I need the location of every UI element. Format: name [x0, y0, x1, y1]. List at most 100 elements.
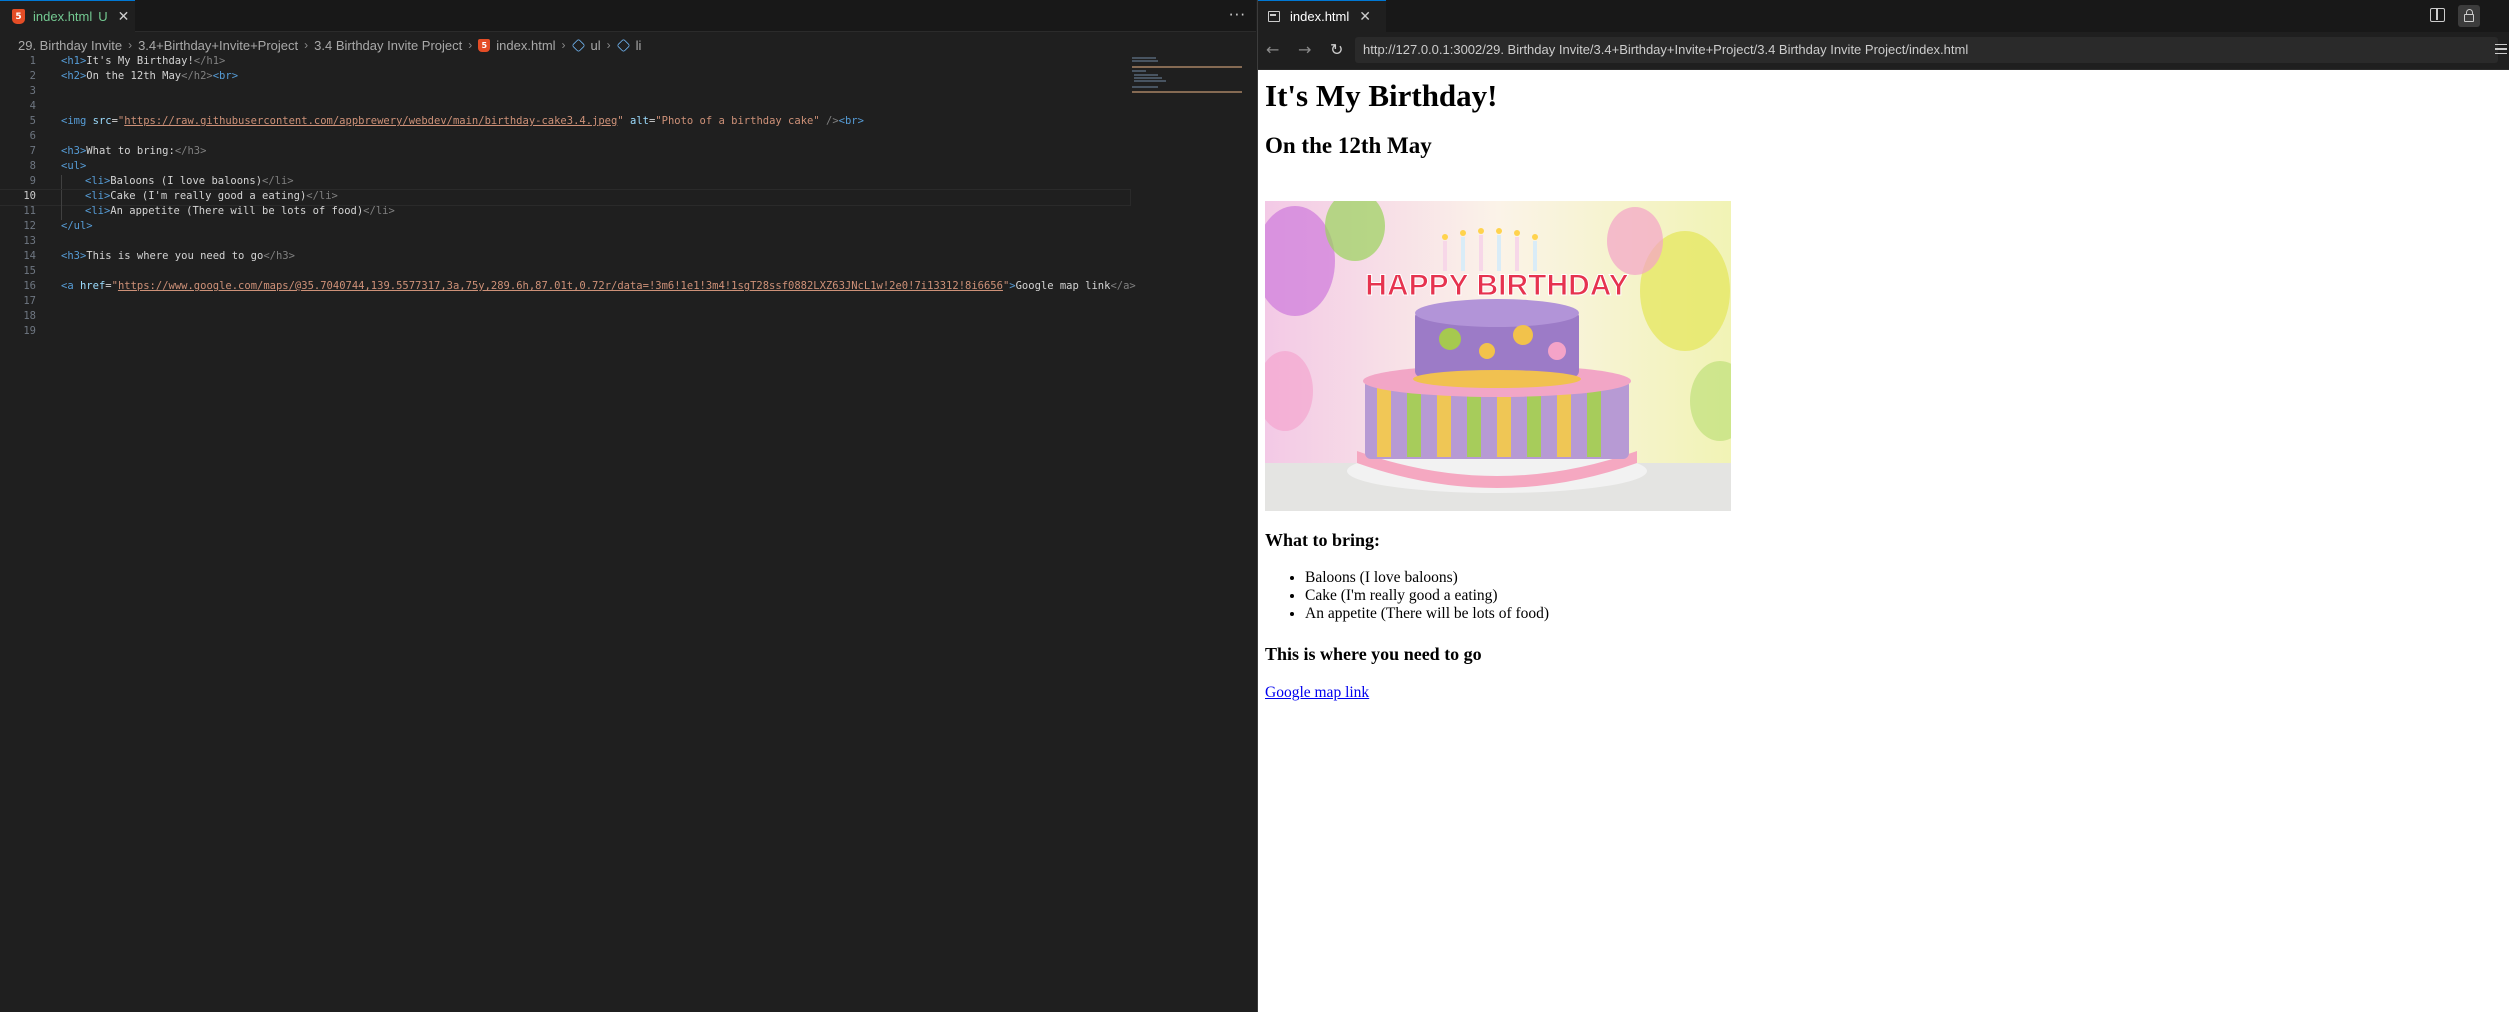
code-line[interactable]: 9 <li>Baloons (I love baloons)</li> — [0, 175, 1130, 190]
code-line[interactable]: 11 <li>An appetite (There will be lots of… — [0, 205, 1130, 220]
code-line[interactable]: 12 </ul> — [0, 220, 1130, 235]
code-editor[interactable]: 1 <h1>It's My Birthday!</h1> 2 <h2>On the … — [0, 55, 1136, 340]
more-actions-icon[interactable]: ··· — [1229, 6, 1246, 24]
code-line[interactable]: 14 <h3>This is where you need to go</h3> — [0, 250, 1130, 265]
line-number: 13 — [23, 235, 36, 247]
code-line[interactable]: 1 <h1>It's My Birthday!</h1> — [0, 55, 1130, 70]
code-line[interactable]: 8 <ul> — [0, 160, 1130, 175]
code-line[interactable]: 16 <a href="https://www.google.com/maps/@… — [0, 280, 1135, 295]
line-number: 16 — [23, 280, 36, 292]
line-number: 4 — [29, 100, 36, 112]
code-line[interactable]: 19 — [0, 325, 1130, 340]
indent-guide — [61, 205, 62, 220]
untracked-badge: U — [98, 9, 108, 24]
breadcrumb-item[interactable]: 3.4+Birthday+Invite+Project — [138, 38, 298, 53]
line-number: 12 — [23, 220, 36, 232]
line-number: 15 — [23, 265, 36, 277]
url-input[interactable]: http://127.0.0.1:3002/29. Birthday Invit… — [1355, 37, 2498, 63]
symbol-icon — [616, 38, 631, 52]
line-number: 10 — [23, 190, 36, 202]
code-text: <li>Baloons (I love baloons)</li> — [85, 175, 294, 187]
page-subheading: On the 12th May — [1265, 133, 1432, 158]
list-item: Cake (I'm really good a eating) — [1305, 587, 2509, 605]
chevron-right-icon: › — [128, 38, 133, 52]
breadcrumb-item[interactable]: 3.4 Birthday Invite Project — [314, 38, 462, 53]
browser-preview-icon — [1268, 11, 1280, 22]
breadcrumb-item[interactable]: index.html — [496, 38, 555, 53]
html-file-icon: 5 — [478, 38, 491, 52]
list-item: An appetite (There will be lots of food) — [1305, 605, 2509, 623]
code-text: <li>An appetite (There will be lots of f… — [85, 205, 395, 217]
code-text: <h3>This is where you need to go</h3> — [61, 250, 295, 262]
split-editor-icon[interactable] — [2430, 8, 2445, 22]
line-number: 11 — [23, 205, 36, 217]
breadcrumb-item[interactable]: ul — [591, 38, 601, 53]
browser-preview-pane: index.html ✕ ← → ↻ http://127.0.0.1:3002… — [1257, 0, 2509, 1012]
code-line[interactable]: 17 — [0, 295, 1130, 310]
indent-guide — [61, 175, 62, 190]
line-number: 8 — [29, 160, 36, 172]
editor-tab-label: index.html — [33, 9, 93, 24]
code-line[interactable]: 4 — [0, 100, 1130, 115]
code-line[interactable]: 18 — [0, 310, 1130, 325]
breadcrumb-item[interactable]: li — [636, 38, 642, 53]
menu-icon[interactable] — [2495, 44, 2507, 54]
close-icon[interactable]: ✕ — [1359, 9, 1371, 25]
chevron-right-icon: › — [561, 38, 566, 52]
forward-arrow-icon[interactable]: → — [1298, 41, 1311, 59]
list-item: Baloons (I love baloons) — [1305, 569, 2509, 587]
code-text: <ul> — [61, 160, 87, 172]
browser-tab-index-html[interactable]: index.html ✕ — [1258, 0, 1386, 32]
reload-icon[interactable]: ↻ — [1330, 41, 1343, 59]
page-heading: It's My Birthday! — [1265, 78, 1498, 113]
line-number: 18 — [23, 310, 36, 322]
browser-tab-bar: index.html ✕ — [1258, 0, 2509, 32]
section-heading-bring: What to bring: — [1265, 530, 1381, 550]
code-line[interactable]: 6 — [0, 130, 1130, 145]
line-number: 2 — [29, 70, 36, 82]
code-line[interactable]: 2 <h2>On the 12th May</h2><br> — [0, 70, 1130, 85]
code-line[interactable]: 13 — [0, 235, 1130, 250]
line-number: 9 — [29, 175, 36, 187]
lock-button[interactable] — [2458, 5, 2480, 27]
line-number: 14 — [23, 250, 36, 262]
line-number: 5 — [29, 115, 36, 127]
back-arrow-icon[interactable]: ← — [1266, 41, 1279, 59]
bring-list: Baloons (I love baloons) Cake (I'm reall… — [1265, 569, 2509, 623]
section-heading-location: This is where you need to go — [1265, 644, 1482, 664]
line-number: 7 — [29, 145, 36, 157]
chevron-right-icon: › — [468, 38, 473, 52]
line-number: 17 — [23, 295, 36, 307]
code-line[interactable]: 15 — [0, 265, 1130, 280]
html-file-icon: 5 — [12, 9, 25, 24]
code-text: <img src="https://raw.githubusercontent.… — [61, 115, 864, 127]
google-map-link[interactable]: Google map link — [1265, 684, 1369, 702]
birthday-cake-image: HAPPY BIRTHDAY — [1265, 201, 1731, 511]
cake-topper-text: HAPPY BIRTHDAY — [1365, 269, 1628, 302]
code-text: <li>Cake (I'm really good a eating)</li> — [85, 190, 338, 202]
line-number: 3 — [29, 85, 36, 97]
breadcrumb-item[interactable]: 29. Birthday Invite — [18, 38, 122, 53]
line-number: 1 — [29, 55, 36, 67]
browser-tab-label: index.html — [1290, 9, 1350, 24]
code-line-current[interactable]: 10 <li>Cake (I'm really good a eating)</l… — [0, 189, 1131, 206]
code-text: <a href="https://www.google.com/maps/@35… — [61, 280, 1136, 292]
chevron-right-icon: › — [606, 38, 611, 52]
indent-guide — [61, 190, 62, 205]
browser-nav-bar: ← → ↻ http://127.0.0.1:3002/29. Birthday… — [1258, 32, 2509, 70]
code-line[interactable]: 3 — [0, 85, 1130, 100]
code-line[interactable]: 7 <h3>What to bring:</h3> — [0, 145, 1130, 160]
close-icon[interactable]: ✕ — [118, 9, 130, 25]
line-number: 19 — [23, 325, 36, 337]
code-line[interactable]: 5 <img src="https://raw.githubusercontent… — [0, 115, 1130, 130]
chevron-right-icon: › — [304, 38, 309, 52]
browser-viewport: It's My Birthday! On the 12th May HAPPY … — [1258, 70, 2509, 1012]
editor-tab-index-html[interactable]: 5 index.html U ✕ — [0, 0, 135, 32]
line-number: 6 — [29, 130, 36, 142]
code-text: <h2>On the 12th May</h2><br> — [61, 70, 239, 82]
breadcrumb: 29. Birthday Invite › 3.4+Birthday+Invit… — [18, 34, 641, 56]
symbol-icon — [571, 38, 585, 52]
code-text: <h3>What to bring:</h3> — [61, 145, 207, 157]
code-text: </ul> — [61, 220, 93, 232]
minimap[interactable] — [1130, 55, 1245, 95]
